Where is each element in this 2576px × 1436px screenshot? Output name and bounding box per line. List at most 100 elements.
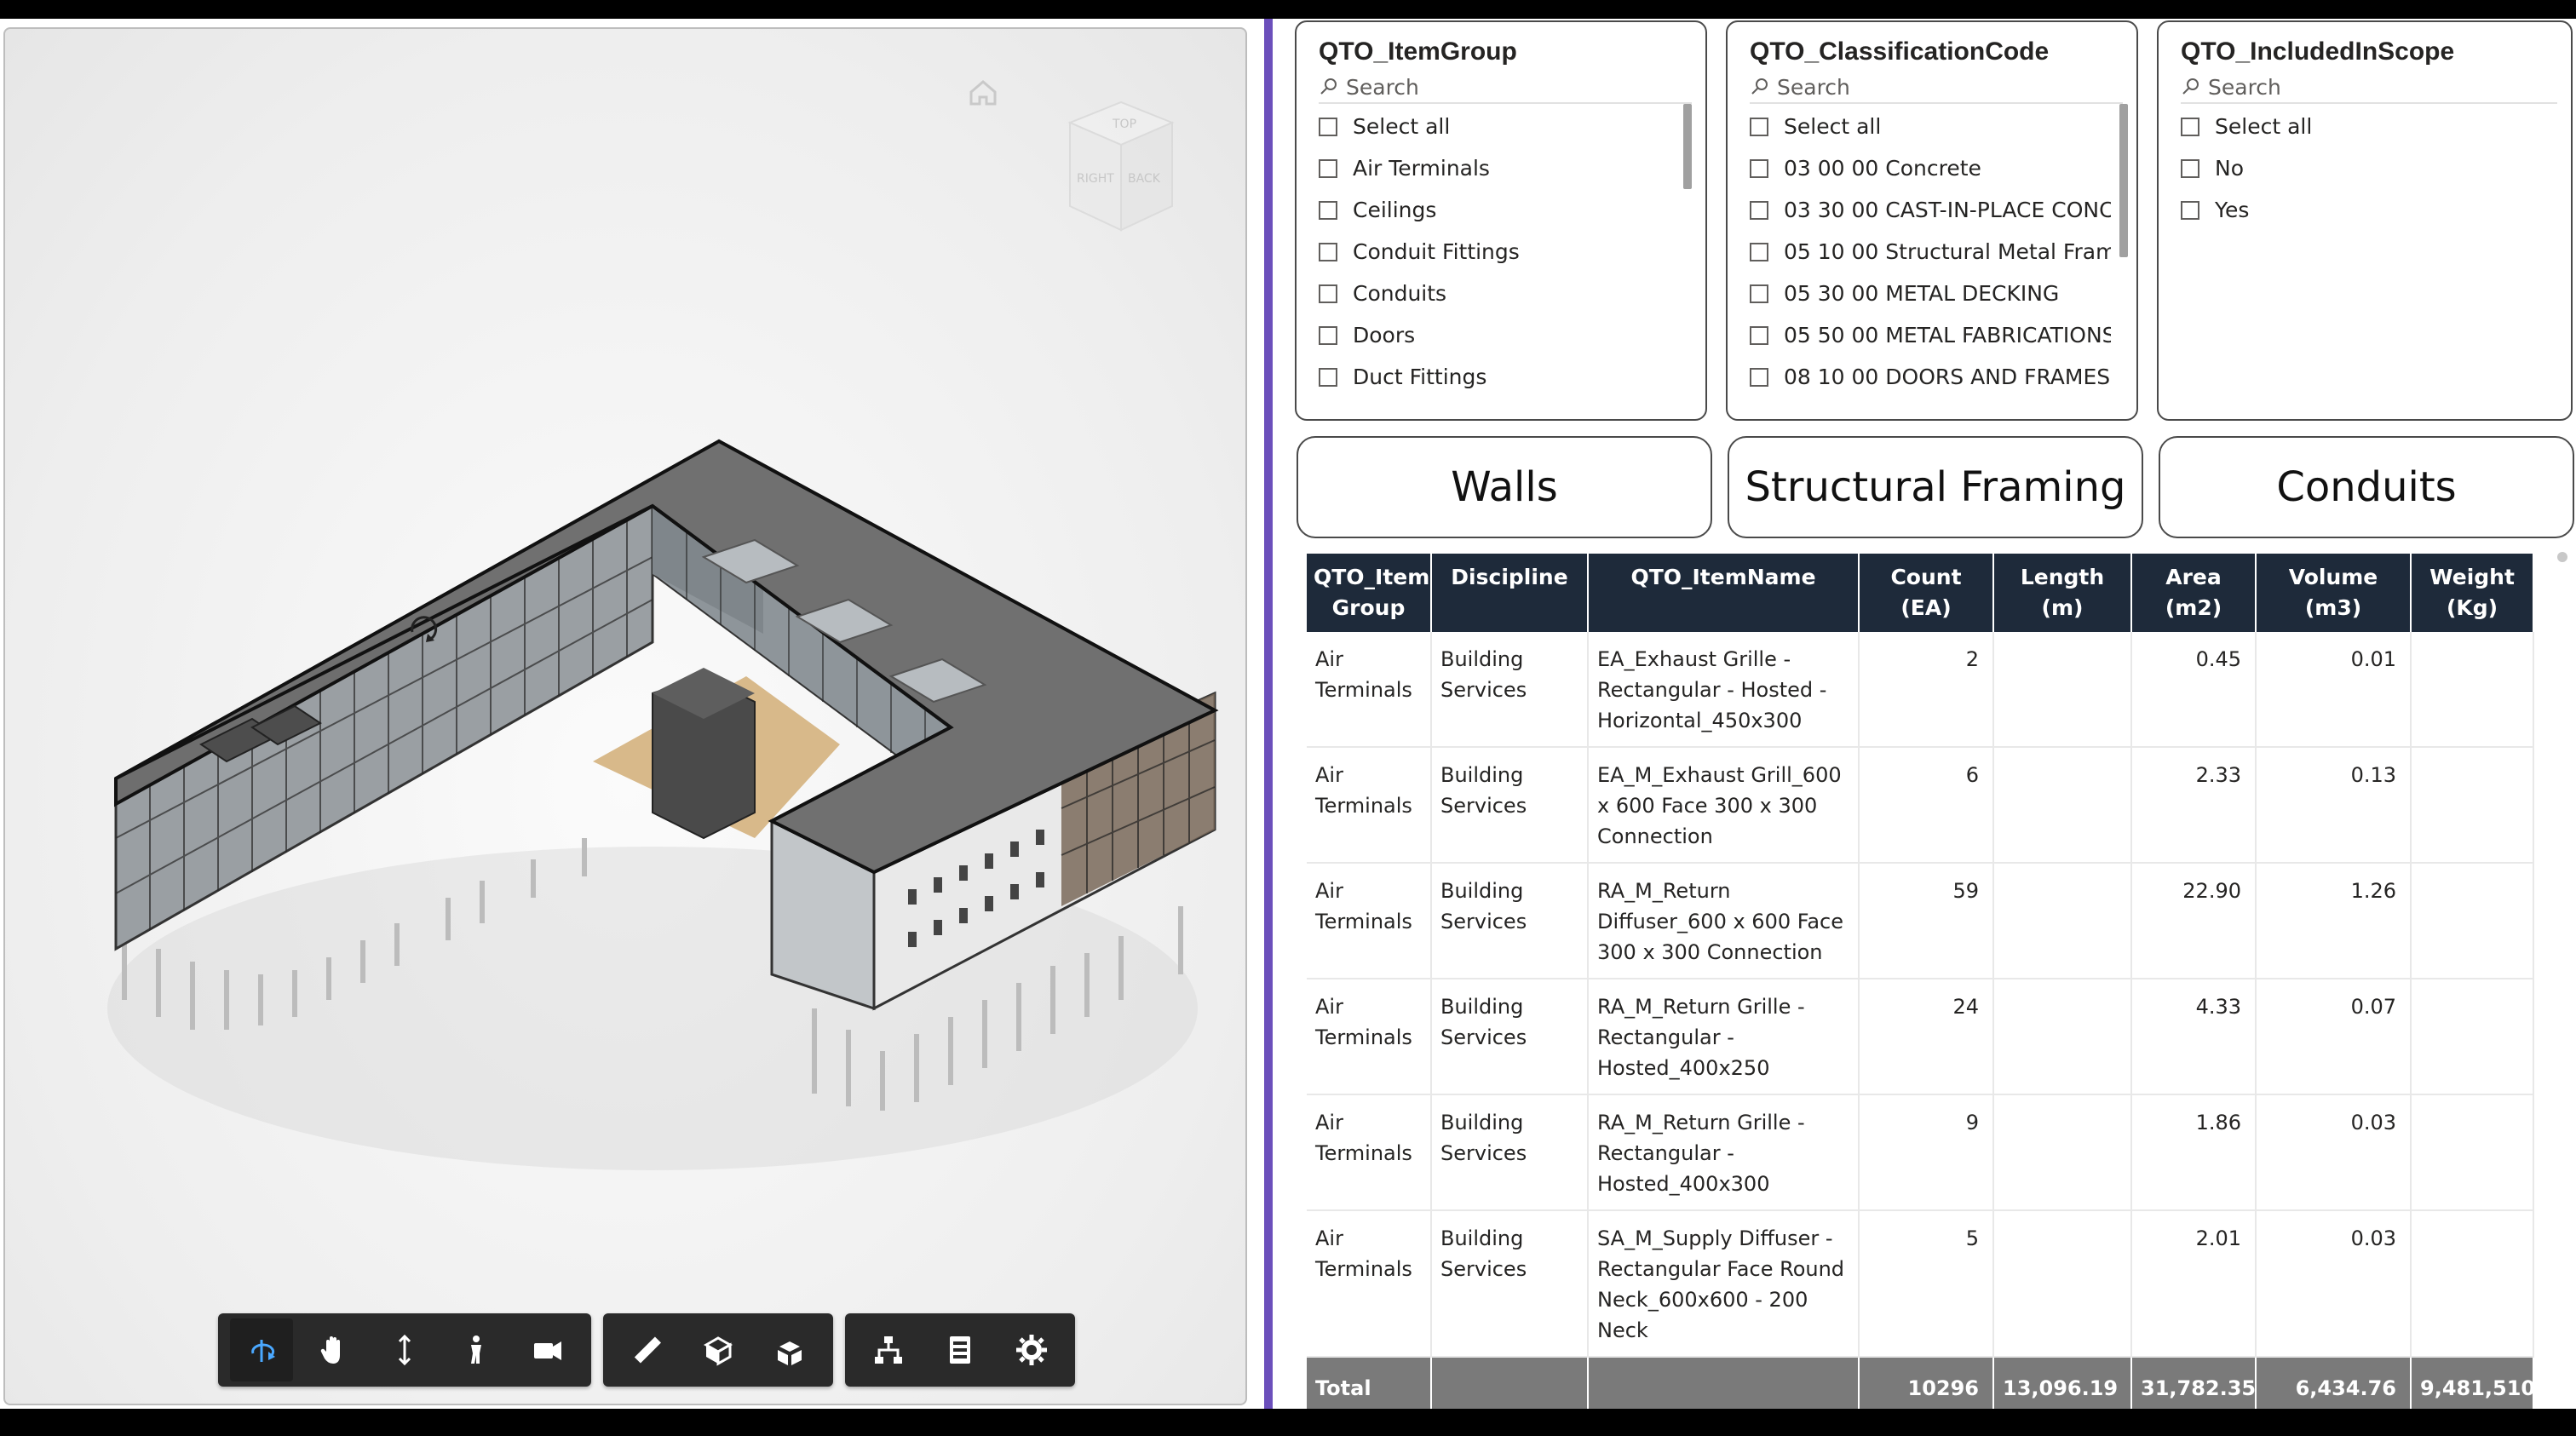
walls-button[interactable]: Walls [1297, 436, 1712, 538]
table-row[interactable]: Air Terminals Building Services SA_M_Suppl… [1307, 1210, 2534, 1358]
pane-splitter[interactable] [1252, 19, 1274, 1409]
slicer-items: Select all 03 00 00 Concrete 03 30 00 CAST… [1750, 106, 2111, 398]
slicer-item[interactable]: Air Terminals [1319, 147, 1680, 189]
checkbox[interactable] [2181, 158, 2199, 178]
building-model[interactable]: TOP RIGHT BACK [5, 29, 1245, 1404]
checkbox[interactable] [1750, 325, 1768, 345]
toolbar-group-1 [218, 1313, 591, 1387]
checkbox[interactable] [1319, 117, 1337, 136]
checkbox[interactable] [2181, 200, 2199, 220]
slicer-item[interactable]: Doors [1319, 314, 1680, 356]
checkbox[interactable] [1750, 284, 1768, 303]
table-cell: 0.45 [2131, 632, 2257, 748]
checkbox[interactable] [1750, 200, 1768, 220]
table-cell: EA_Exhaust Grille - Rectangular - Hosted… [1588, 632, 1860, 748]
column-header[interactable]: QTO_ItemName [1588, 554, 1860, 632]
slicer-scrollbar[interactable] [1683, 104, 1692, 189]
slicer-item[interactable]: Select all [2181, 106, 2545, 147]
search-icon [1751, 78, 1768, 95]
conduits-button[interactable]: Conduits [2159, 436, 2574, 538]
camera-button[interactable] [516, 1318, 579, 1381]
viewcube-back-label: BACK [1128, 172, 1161, 186]
table-cell: 0.13 [2256, 747, 2412, 864]
slicer-item-group: QTO_ItemGroup Search Select all Air Termi… [1295, 20, 1707, 421]
slicer-item-label: 05 30 00 METAL DECKING [1784, 281, 2060, 306]
slicer-search[interactable]: Search [2181, 72, 2557, 104]
walk-person-button[interactable] [445, 1318, 508, 1381]
checkbox[interactable] [1319, 284, 1337, 303]
model-browser-button[interactable] [857, 1318, 920, 1381]
model-browser-icon [875, 1336, 902, 1364]
table-row[interactable]: Air Terminals Building Services EA_M_Exhau… [1307, 747, 2534, 864]
column-header[interactable]: Weight (Kg) [2411, 554, 2534, 632]
section-box-button[interactable] [687, 1318, 750, 1381]
checkbox[interactable] [1750, 158, 1768, 178]
slicer-item[interactable]: Conduit Fittings [1319, 231, 1680, 273]
slicer-item[interactable]: Yes [2181, 189, 2545, 231]
slicer-item[interactable]: Ceilings [1319, 189, 1680, 231]
table-cell [1993, 747, 2132, 864]
slicer-items: Select all Air Terminals Ceilings Conduit F… [1319, 106, 1680, 398]
column-header[interactable]: Length (m) [1993, 554, 2132, 632]
slicer-item[interactable]: Select all [1319, 106, 1680, 147]
table-cell: EA_M_Exhaust Grill_600 x 600 Face 300 x … [1588, 747, 1860, 864]
slicer-items: Select all No Yes [2181, 106, 2545, 231]
table-row[interactable]: Air Terminals Building Services EA_Exhaust… [1307, 632, 2534, 748]
column-header[interactable]: QTO_Item Group [1307, 554, 1432, 632]
column-header[interactable]: Count (EA) [1859, 554, 1994, 632]
structural-framing-button[interactable]: Structural Framing [1728, 436, 2143, 538]
table-row[interactable]: Air Terminals Building Services RA_M_Retur… [1307, 863, 2534, 979]
slicer-search[interactable]: Search [1750, 72, 2123, 104]
slicer-item[interactable]: 03 30 00 CAST-IN-PLACE CONC... [1750, 189, 2111, 231]
table-cell: Building Services [1431, 863, 1589, 979]
top-black-bar [0, 0, 2576, 19]
3d-model-viewer[interactable]: TOP RIGHT BACK [0, 19, 1252, 1409]
measure-ruler-button[interactable] [615, 1318, 678, 1381]
checkbox[interactable] [2181, 117, 2199, 136]
table-row[interactable]: Air Terminals Building Services RA_M_Retur… [1307, 1094, 2534, 1211]
explode-model-button[interactable] [758, 1318, 821, 1381]
table-cell: SA_M_Supply Diffuser - Rectangular Face … [1588, 1210, 1860, 1358]
bottom-black-bar [0, 1409, 2576, 1436]
checkbox[interactable] [1750, 117, 1768, 136]
slicer-item[interactable]: 05 50 00 METAL FABRICATIONS [1750, 314, 2111, 356]
slicer-item[interactable]: Conduits [1319, 273, 1680, 314]
visual-options-dot[interactable] [2557, 552, 2567, 562]
slicer-scrollbar[interactable] [2119, 104, 2128, 257]
slicer-classification-code: QTO_ClassificationCode Search Select all… [1726, 20, 2138, 421]
slicer-item-label: Yes [2215, 198, 2250, 222]
total-cell: 6,434.76 [2256, 1357, 2412, 1414]
view-cube[interactable]: TOP RIGHT BACK [1067, 101, 1175, 232]
zoom-button[interactable] [373, 1318, 436, 1381]
column-header[interactable]: Volume (m3) [2256, 554, 2412, 632]
orbit-button[interactable] [230, 1318, 293, 1381]
checkbox[interactable] [1319, 325, 1337, 345]
checkbox[interactable] [1319, 367, 1337, 387]
checkbox[interactable] [1750, 242, 1768, 261]
slicer-item[interactable]: Duct Fittings [1319, 356, 1680, 398]
checkbox[interactable] [1319, 200, 1337, 220]
slicer-item[interactable]: Select all [1750, 106, 2111, 147]
home-icon[interactable] [969, 80, 997, 106]
pan-hand-button[interactable] [302, 1318, 365, 1381]
settings-gear-button[interactable] [1000, 1318, 1063, 1381]
slicer-item[interactable]: 03 00 00 Concrete [1750, 147, 2111, 189]
properties-button[interactable] [929, 1318, 992, 1381]
total-cell: 13,096.19 [1993, 1357, 2132, 1414]
slicer-search[interactable]: Search [1319, 72, 1692, 104]
properties-icon [950, 1336, 970, 1364]
slicer-item[interactable]: 05 10 00 Structural Metal Frami... [1750, 231, 2111, 273]
slicer-item-label: Doors [1353, 323, 1416, 348]
checkbox[interactable] [1319, 158, 1337, 178]
viewer-canvas[interactable]: TOP RIGHT BACK [3, 27, 1247, 1405]
column-header[interactable]: Discipline [1431, 554, 1589, 632]
slicer-item[interactable]: 05 30 00 METAL DECKING [1750, 273, 2111, 314]
total-cell: Total [1307, 1357, 1432, 1414]
table-row[interactable]: Air Terminals Building Services RA_M_Retur… [1307, 979, 2534, 1095]
slicer-item[interactable]: No [2181, 147, 2545, 189]
search-placeholder: Search [2208, 74, 2281, 100]
slicer-item[interactable]: 08 10 00 DOORS AND FRAMES [1750, 356, 2111, 398]
checkbox[interactable] [1319, 242, 1337, 261]
checkbox[interactable] [1750, 367, 1768, 387]
column-header[interactable]: Area (m2) [2131, 554, 2257, 632]
